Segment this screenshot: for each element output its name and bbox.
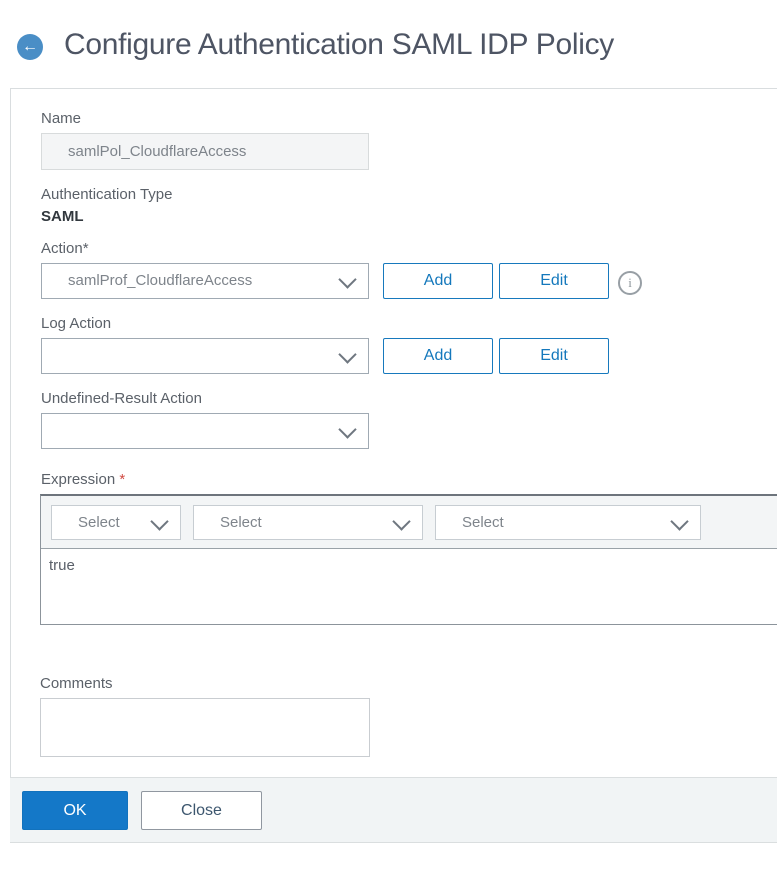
required-asterisk: * <box>119 471 126 488</box>
expression-text-area[interactable]: true <box>41 549 777 633</box>
form-panel: Name samlPol_CloudflareAccess Authentica… <box>10 88 777 778</box>
name-label: Name <box>41 110 82 127</box>
action-add-button[interactable]: Add <box>383 263 493 299</box>
chevron-down-icon <box>338 420 357 439</box>
log-action-select[interactable] <box>41 338 369 374</box>
action-label: Action* <box>41 240 89 257</box>
comments-textarea[interactable] <box>40 698 370 757</box>
close-button[interactable]: Close <box>141 791 262 830</box>
auth-type-value: SAML <box>41 208 84 225</box>
expression-select-3[interactable]: Select <box>435 505 701 540</box>
log-action-edit-button[interactable]: Edit <box>499 338 609 374</box>
back-button[interactable]: ← <box>17 34 43 60</box>
footer-bar: OK Close <box>10 777 777 843</box>
chevron-down-icon <box>670 511 689 531</box>
chevron-down-icon <box>150 511 169 531</box>
expression-select-2-value: Select <box>220 514 262 531</box>
expression-select-3-value: Select <box>462 514 504 531</box>
expression-select-2[interactable]: Select <box>193 505 423 540</box>
action-edit-button[interactable]: Edit <box>499 263 609 299</box>
expression-editor: Select Select Select true <box>40 494 777 625</box>
chevron-down-icon <box>338 270 357 289</box>
action-select-value: samlProf_CloudflareAccess <box>68 272 253 289</box>
log-action-label: Log Action <box>41 315 112 332</box>
action-select[interactable]: samlProf_CloudflareAccess <box>41 263 369 299</box>
expression-select-1[interactable]: Select <box>51 505 181 540</box>
chevron-down-icon <box>338 345 357 364</box>
ok-button[interactable]: OK <box>22 791 128 830</box>
undefined-result-action-label: Undefined-Result Action <box>41 390 202 407</box>
page-title: Configure Authentication SAML IDP Policy <box>64 28 614 61</box>
comments-label: Comments <box>40 675 113 692</box>
configure-saml-idp-policy-page: ← Configure Authentication SAML IDP Poli… <box>0 0 777 877</box>
chevron-down-icon <box>392 511 411 531</box>
expression-toolbar: Select Select Select <box>41 496 777 549</box>
back-arrow-icon: ← <box>22 38 38 55</box>
expression-label: Expression * <box>41 471 126 488</box>
name-input[interactable]: samlPol_CloudflareAccess <box>41 133 369 170</box>
undefined-result-action-select[interactable] <box>41 413 369 449</box>
info-icon[interactable]: i <box>618 271 642 295</box>
log-action-add-button[interactable]: Add <box>383 338 493 374</box>
auth-type-label: Authentication Type <box>41 186 173 203</box>
expression-select-1-value: Select <box>78 514 120 531</box>
